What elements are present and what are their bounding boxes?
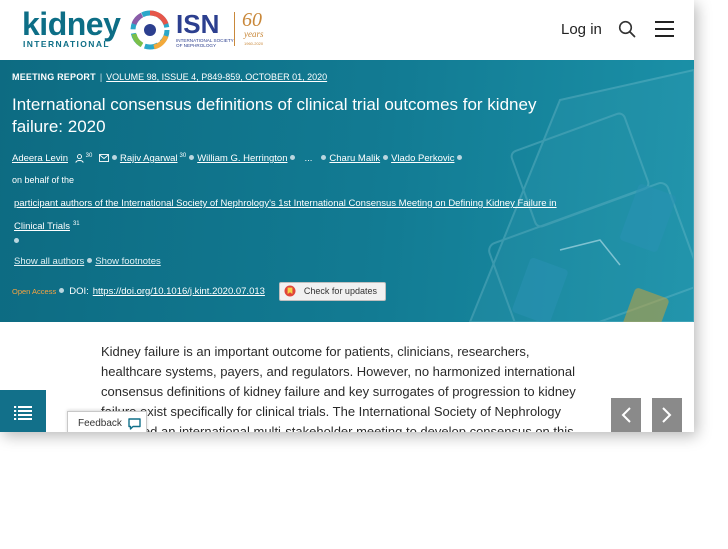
abstract-text: Kidney failure is an important outcome f… <box>101 344 576 432</box>
anniversary-years: years <box>244 29 264 39</box>
author-link[interactable]: William G. Herrington <box>197 153 287 164</box>
group-footnote[interactable]: 31 <box>73 221 80 227</box>
table-of-contents-button[interactable] <box>0 390 46 432</box>
table-of-contents-icon <box>14 406 32 420</box>
article-type: MEETING REPORT <box>12 72 96 82</box>
show-all-authors-link[interactable]: Show all authors <box>14 256 84 267</box>
group-author: participant authors of the International… <box>14 194 574 237</box>
search-icon[interactable] <box>618 20 636 38</box>
separator-dot <box>383 155 389 161</box>
open-access-badge: Open Access <box>12 286 57 296</box>
check-for-updates-button[interactable]: Check for updates <box>278 281 386 301</box>
separator-dot <box>59 288 65 293</box>
person-icon[interactable] <box>74 154 84 163</box>
author-link[interactable]: Adeera Levin <box>12 153 68 164</box>
anniversary-number: 60 <box>242 9 262 31</box>
author-footnote[interactable]: 30 <box>86 153 93 159</box>
page-viewport: kidney INTERNATIONAL ISN INTERNATIONAL S… <box>0 0 694 432</box>
access-doi-line: Open Access DOI: https://doi.org/10.1016… <box>12 281 386 301</box>
article-meta: MEETING REPORT | VOLUME 98, ISSUE 4, P849-… <box>12 72 327 82</box>
kidney-logo-word: kidney <box>22 6 121 42</box>
author-link[interactable]: Charu Malik <box>329 153 380 164</box>
logo-divider <box>234 12 235 46</box>
isn-logo[interactable]: ISN INTERNATIONAL SOCIETY OF NEPHROLOGY … <box>128 8 278 52</box>
check-for-updates-label: Check for updates <box>303 286 377 296</box>
meta-separator: | <box>99 72 103 82</box>
chevron-left-icon <box>621 407 631 423</box>
anniversary-range: 1960-2020 <box>244 41 264 46</box>
crossmark-icon <box>284 285 296 297</box>
author-ellipsis: ... <box>304 153 313 164</box>
separator-dot <box>189 155 195 161</box>
author-footnote[interactable]: 30 <box>180 153 187 159</box>
article-title: International consensus definitions of c… <box>12 95 537 136</box>
feedback-label: Feedback <box>78 418 122 429</box>
author-link[interactable]: Rajiv Agarwal <box>120 153 178 164</box>
separator-dot <box>111 155 117 161</box>
separator-dot <box>321 155 327 161</box>
author-toggles: Show all authors Show footnotes <box>14 256 161 267</box>
login-link[interactable]: Log in <box>561 21 602 38</box>
article-banner: MEETING REPORT | VOLUME 98, ISSUE 4, P849-… <box>0 60 694 322</box>
chevron-right-icon <box>662 407 672 423</box>
separator-dot <box>457 155 463 161</box>
separator-dot <box>14 238 19 243</box>
kidney-international-logo[interactable]: kidney INTERNATIONAL <box>22 6 121 49</box>
isn-logo-sub: INTERNATIONAL SOCIETY OF NEPHROLOGY <box>176 38 234 48</box>
hamburger-menu-icon[interactable] <box>655 21 674 37</box>
doi-link[interactable]: https://doi.org/10.1016/j.kint.2020.07.0… <box>93 286 265 297</box>
speech-bubble-icon <box>128 417 141 430</box>
isn-logo-word: ISN <box>176 9 220 39</box>
previous-article-button[interactable] <box>611 398 641 432</box>
volume-info-link[interactable]: VOLUME 98, ISSUE 4, P849-859, OCTOBER 01… <box>106 72 327 82</box>
show-footnotes-link[interactable]: Show footnotes <box>95 256 161 267</box>
isn-ring-icon <box>130 10 170 50</box>
doi-label: DOI: <box>69 285 89 297</box>
author-list: Adeera Levin 30 Rajiv Agarwal 30 William G… <box>12 153 465 164</box>
next-article-button[interactable] <box>652 398 682 432</box>
feedback-button[interactable]: Feedback <box>67 411 147 432</box>
separator-dot <box>290 155 296 161</box>
group-author-link[interactable]: participant authors of the International… <box>14 198 557 232</box>
site-header: kidney INTERNATIONAL ISN INTERNATIONAL S… <box>0 0 694 60</box>
author-link[interactable]: Vlado Perkovic <box>391 153 454 164</box>
kidney-logo-sub: INTERNATIONAL <box>23 39 110 49</box>
separator-dot <box>87 258 93 264</box>
on-behalf-text: on behalf of the <box>12 175 75 185</box>
email-icon[interactable] <box>99 154 109 163</box>
